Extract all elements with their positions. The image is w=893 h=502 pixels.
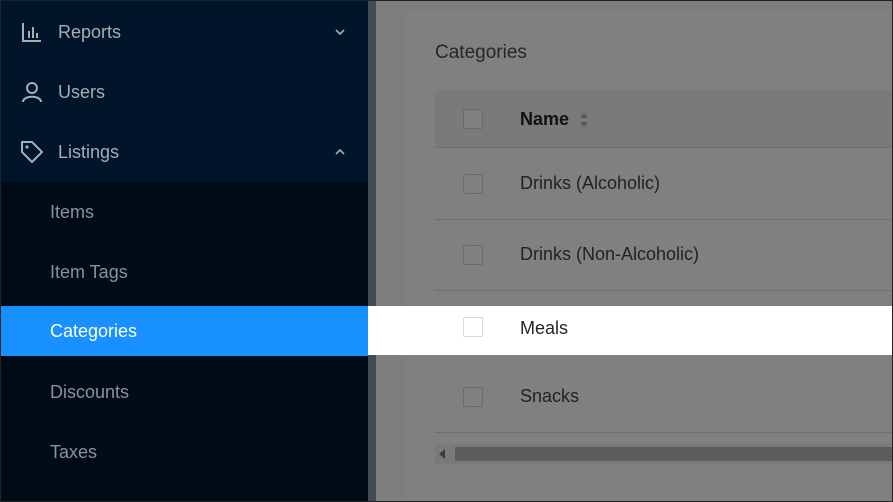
table-row[interactable]: Drinks (Alcoholic) [435,149,893,220]
table-row[interactable]: Drinks (Non-Alcoholic) [435,220,893,291]
horizontal-scrollbar[interactable] [435,444,893,464]
submenu-item-taxes[interactable]: Taxes [0,427,368,477]
row-name: Drinks (Non-Alcoholic) [520,244,700,264]
column-header-name[interactable]: Name [520,109,569,130]
menu-item-listings[interactable]: Listings [0,127,368,177]
menu-item-reports[interactable]: Reports [0,7,368,57]
submenu-item-label: Item Tags [50,261,128,282]
main-content: Categories Name Drinks (Alcoholic) Drink… [376,0,893,502]
categories-card: Categories Name Drinks (Alcoholic) Drink… [405,12,893,502]
submenu-item-item-tags[interactable]: Item Tags [0,247,368,297]
menu-item-label: Listings [58,141,120,162]
menu-item-users[interactable]: Users [0,67,368,117]
submenu: Items Item Tags Categories Discounts Tax… [0,182,368,502]
row-checkbox[interactable] [463,245,483,265]
submenu-item-label: Categories [50,320,138,341]
submenu-item-discounts[interactable]: Discounts [0,367,368,417]
table-row-highlighted[interactable]: Meals [368,306,893,355]
menu-item-label: Users [58,81,106,102]
row-name: Meals [520,318,569,338]
row-checkbox[interactable] [463,174,483,194]
user-icon [22,82,42,103]
submenu-item-items[interactable]: Items [0,187,368,237]
select-all-checkbox[interactable] [463,109,483,129]
chevron-down-icon [335,29,345,36]
scroll-left-arrow-icon[interactable] [439,449,445,459]
row-name: Drinks (Alcoholic) [520,173,661,193]
sidebar: Reports Users Listings Items Item Tags C… [0,0,368,502]
table-header: Name [435,90,893,148]
table-row[interactable]: Snacks [435,362,893,433]
row-checkbox[interactable] [463,387,483,407]
submenu-item-label: Items [50,201,95,222]
page-title: Categories [435,42,527,63]
chevron-up-icon [335,148,345,155]
menu-item-label: Reports [58,21,122,42]
submenu-item-categories[interactable]: Categories [0,306,368,356]
tag-icon [21,141,43,163]
row-checkbox[interactable] [463,317,483,337]
submenu-item-label: Discounts [50,381,130,402]
bar-chart-icon [22,23,41,42]
sort-icon[interactable] [578,111,590,129]
sidebar-divider [368,0,376,502]
submenu-item-label: Taxes [50,441,98,462]
scroll-thumb[interactable] [455,447,893,461]
row-name: Snacks [520,386,580,406]
